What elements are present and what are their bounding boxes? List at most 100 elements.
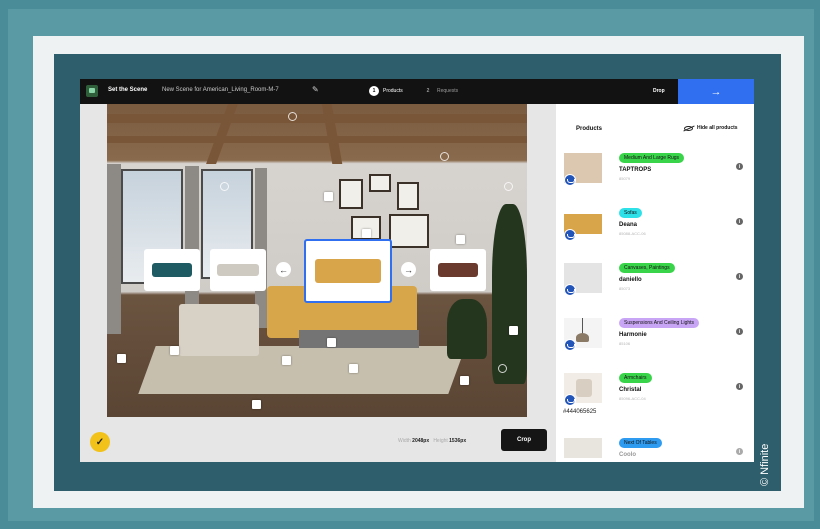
hotspot-square[interactable]	[456, 235, 465, 244]
arrow-right-icon[interactable]: →	[401, 262, 416, 277]
product-name: Deana	[619, 222, 638, 228]
step-label: Products	[383, 88, 403, 94]
pendant-shade	[576, 333, 589, 342]
product-name: Christal	[619, 387, 642, 393]
step-products[interactable]: 1 Products	[369, 86, 403, 96]
hotspot-square[interactable]	[460, 376, 469, 385]
info-icon[interactable]: i	[736, 163, 743, 170]
hotspot-pin[interactable]	[220, 182, 229, 191]
product-item[interactable]: Sofas Deana 85088-ACC-06 i	[556, 208, 754, 263]
carousel-option-selected[interactable]	[304, 239, 392, 303]
product-item[interactable]: Canvases, Paintings daniello 85073 i	[556, 263, 754, 318]
sofa-thumbnail	[217, 264, 259, 276]
category-tag: Canvases, Paintings	[619, 263, 675, 273]
info-icon[interactable]: i	[736, 218, 743, 225]
pencil-icon[interactable]: ✎	[312, 85, 319, 94]
hotspot-pin[interactable]	[288, 112, 297, 121]
carousel-option[interactable]	[144, 249, 200, 291]
scene-canvas[interactable]: ← → ✓ Width 2048px Height 1536px Crop	[80, 104, 556, 462]
ceiling-beam	[206, 104, 238, 164]
carousel-option[interactable]	[210, 249, 266, 291]
app-logo-icon[interactable]	[86, 85, 98, 97]
product-name: Coolo	[619, 452, 636, 458]
hotspot-square[interactable]	[509, 326, 518, 335]
step-number: 2	[426, 88, 430, 94]
ceiling-beam	[321, 104, 343, 164]
height-value: 1536px	[449, 438, 467, 444]
copyright-watermark: © Nfinite	[759, 443, 771, 486]
sofa-thumbnail	[315, 259, 381, 283]
product-code: 85079	[619, 176, 631, 181]
product-code: 85073	[619, 286, 631, 291]
hotspot-square[interactable]	[349, 364, 358, 373]
drop-button[interactable]: Drop	[653, 88, 665, 94]
product-code: 85088-ACC-06	[619, 231, 646, 236]
width-value: 2048px	[412, 438, 430, 444]
info-icon[interactable]: i	[736, 328, 743, 335]
category-tag: Sofas	[619, 208, 642, 218]
next-button[interactable]: →	[678, 79, 754, 104]
hotspot-pin[interactable]	[504, 182, 513, 191]
product-code: 85106	[619, 341, 631, 346]
sofa-thumbnail	[438, 263, 478, 277]
wall-art	[397, 182, 419, 210]
plant	[492, 204, 527, 384]
hotspot-square[interactable]	[117, 354, 126, 363]
app-title: Set the Scene	[108, 87, 148, 93]
height-label: Height	[433, 438, 448, 444]
carousel-option[interactable]	[430, 249, 486, 291]
ceiling-beam	[107, 136, 527, 143]
hotspot-pin[interactable]	[440, 152, 449, 161]
sofa-badge-icon	[564, 174, 576, 186]
sofa-badge-icon	[564, 394, 576, 406]
eye-off-icon	[684, 125, 693, 131]
product-name: Harmonie	[619, 332, 647, 338]
sofa-badge-icon	[564, 284, 576, 296]
hotspot-square[interactable]	[252, 400, 261, 409]
step-requests[interactable]: 2 Requests	[423, 86, 459, 96]
armchair	[179, 304, 259, 356]
hotspot-square[interactable]	[362, 229, 371, 238]
arrow-left-icon[interactable]: ←	[276, 262, 291, 277]
product-code: 85096-ACC-04	[619, 396, 646, 401]
plant	[447, 299, 487, 359]
wall-art	[389, 214, 429, 248]
scene-name: New Scene for American_Living_Room-M-7	[162, 87, 279, 93]
wall-art	[339, 179, 363, 209]
category-tag: Next Of Tables	[619, 438, 662, 448]
hotspot-square[interactable]	[324, 192, 333, 201]
top-bar: Set the Scene New Scene for American_Liv…	[80, 79, 754, 104]
sofa-badge-icon	[564, 229, 576, 241]
hex-label: #444065625	[563, 409, 597, 415]
step-label: Requests	[437, 88, 459, 94]
arrow-right-icon: →	[710, 85, 722, 98]
product-thumbnail	[564, 438, 602, 458]
info-icon[interactable]: i	[736, 383, 743, 390]
bench	[299, 330, 419, 348]
product-item[interactable]: Medium And Large Rugs TAPTROPS 85079 i	[556, 153, 754, 208]
canvas-footer: ✓ Width 2048px Height 1536px Crop	[80, 423, 556, 462]
category-tag: Suspensions And Ceiling Lights	[619, 318, 700, 328]
armchair-shape	[576, 379, 592, 397]
hotspot-square[interactable]	[327, 338, 336, 347]
brand-badge-icon[interactable]: ✓	[90, 432, 110, 452]
info-icon[interactable]: i	[736, 448, 743, 455]
hotspot-square[interactable]	[170, 346, 179, 355]
hide-all-label: Hide all products	[697, 125, 738, 131]
ceiling-beam	[107, 114, 527, 123]
wall-art	[369, 174, 391, 192]
product-name: TAPTROPS	[619, 167, 652, 173]
curtain	[107, 164, 121, 334]
crop-button[interactable]: Crop	[501, 429, 547, 451]
hide-all-button[interactable]: Hide all products	[684, 125, 738, 131]
info-icon[interactable]: i	[736, 273, 743, 280]
product-item[interactable]: Suspensions And Ceiling Lights Harmonie …	[556, 318, 754, 373]
product-item[interactable]: Next Of Tables Coolo i	[556, 438, 754, 462]
product-item[interactable]: Armchairs Christal 85096-ACC-04 i	[556, 373, 754, 428]
hotspot-pin[interactable]	[498, 364, 507, 373]
step-number: 1	[369, 86, 379, 96]
pendant-cord	[582, 318, 583, 334]
sofa-thumbnail	[152, 263, 192, 277]
category-tag: Medium And Large Rugs	[619, 153, 685, 163]
hotspot-square[interactable]	[282, 356, 291, 365]
